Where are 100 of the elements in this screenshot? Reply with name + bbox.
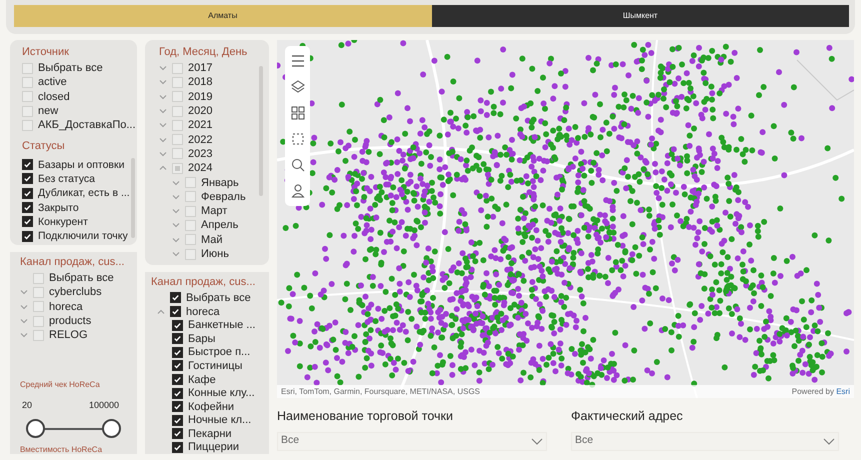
option-label[interactable]: 2023	[188, 148, 212, 160]
chevron-down-icon[interactable]	[20, 302, 28, 311]
checkbox[interactable]	[172, 428, 183, 440]
esri-link[interactable]: Esri	[836, 386, 850, 396]
checkbox[interactable]	[172, 401, 183, 412]
checkbox[interactable]	[172, 333, 183, 344]
chevron-down-icon[interactable]	[159, 64, 167, 72]
checkbox[interactable]	[170, 306, 181, 318]
filter-title: Статусы	[22, 140, 66, 154]
option-label[interactable]: new	[38, 105, 58, 118]
chevron-down-icon[interactable]	[159, 136, 167, 144]
option-label[interactable]: Базары и оптовки	[38, 158, 124, 171]
option-label[interactable]: Выбрать все	[186, 292, 251, 304]
option-label[interactable]: 2022	[188, 134, 212, 146]
option-label[interactable]: 2017	[188, 62, 212, 74]
checkbox[interactable]	[22, 159, 33, 170]
option-label[interactable]: cyberclubs	[49, 286, 102, 298]
chevron-up-icon[interactable]	[157, 308, 165, 316]
option-label[interactable]: 2019	[188, 90, 212, 103]
chevron-down-icon[interactable]	[159, 92, 167, 101]
option-label[interactable]: 2021	[188, 119, 212, 132]
option-label[interactable]: Бары	[188, 332, 216, 345]
option-label[interactable]: Закрыто	[38, 202, 79, 214]
option-label[interactable]: Конные клу...	[188, 387, 255, 400]
chevron-down-icon[interactable]	[172, 221, 180, 230]
slider-min-value: 20	[22, 399, 32, 412]
option-label[interactable]: Дубликат, есть в ...	[38, 187, 130, 200]
option-label[interactable]: Подключили точку	[38, 230, 128, 242]
checkbox[interactable]	[172, 388, 183, 399]
chevron-down-icon[interactable]	[172, 236, 180, 244]
checkbox[interactable]	[172, 360, 183, 372]
option-label[interactable]: Конкурент	[38, 216, 88, 228]
city-tab[interactable]: Шымкент	[432, 5, 849, 27]
filter-title: Канал продаж, cus...	[151, 276, 256, 290]
checkbox[interactable]	[172, 320, 183, 331]
chevron-down-icon[interactable]	[159, 107, 167, 116]
chevron-down-icon[interactable]	[159, 121, 167, 130]
option-label[interactable]: 2018	[188, 76, 212, 88]
option-label[interactable]: Апрель	[201, 219, 238, 232]
option-label[interactable]: 2024	[188, 162, 212, 174]
option-label[interactable]: Гостиницы	[188, 360, 242, 372]
checkbox[interactable]	[172, 346, 183, 358]
option-label[interactable]: Банкетные ...	[188, 319, 256, 332]
option-label[interactable]: Ночные кл...	[188, 414, 252, 426]
option-label[interactable]: closed	[38, 90, 70, 103]
option-label[interactable]: Выбрать все	[38, 62, 103, 74]
option-label[interactable]: Кафе	[188, 374, 216, 386]
option-label[interactable]: Май	[201, 234, 223, 246]
option-label[interactable]: Пиццерии	[188, 441, 240, 454]
option-label[interactable]: products	[49, 315, 92, 328]
option-label[interactable]: active	[38, 76, 67, 88]
checkbox[interactable]	[172, 442, 183, 453]
checkbox[interactable]	[22, 202, 33, 214]
option-label[interactable]: horeca	[186, 306, 220, 318]
slider-title: Средний чек HoReCa	[20, 379, 101, 392]
option-label[interactable]: Выбрать все	[49, 272, 114, 284]
checkbox[interactable]	[170, 292, 181, 304]
grid-icon[interactable]	[288, 104, 306, 122]
chevron-down-icon[interactable]	[20, 317, 28, 326]
chevron-down-icon[interactable]	[172, 192, 180, 201]
dropdown-value: Все	[281, 433, 300, 448]
option-label[interactable]: 2020	[188, 105, 212, 118]
chevron-down-icon[interactable]	[20, 288, 28, 296]
option-label[interactable]: Быстрое п...	[188, 346, 250, 358]
slider-title: Вместимость HoReCa	[20, 444, 104, 454]
option-label[interactable]: Без статуса	[38, 172, 95, 185]
option-label[interactable]: horeca	[49, 300, 83, 313]
city-tab[interactable]: Алматы	[14, 5, 432, 27]
chevron-down-icon[interactable]	[159, 150, 167, 158]
chevron-down-icon[interactable]	[172, 250, 180, 258]
option-label[interactable]: АКБ_ДоставкаПо...	[38, 119, 136, 132]
dropdown-field[interactable]: Все	[277, 432, 547, 451]
option-label[interactable]: Пекарни	[188, 428, 232, 440]
checkbox[interactable]	[22, 216, 33, 228]
option-label[interactable]: Кофейни	[188, 400, 234, 413]
chevron-down-icon[interactable]	[531, 436, 543, 446]
dropdown-field[interactable]: Все	[571, 432, 839, 451]
chevron-down-icon[interactable]	[20, 331, 28, 340]
range-slider[interactable]	[26, 418, 121, 439]
checkbox[interactable]	[22, 173, 33, 184]
person-icon[interactable]	[288, 182, 306, 200]
filter-title: Источник	[22, 46, 70, 59]
option-label[interactable]: Февраль	[201, 190, 246, 203]
checkbox[interactable]	[172, 374, 183, 386]
option-label[interactable]: Январь	[201, 176, 239, 189]
slider-handle[interactable]	[102, 418, 121, 438]
checkbox[interactable]	[22, 230, 33, 242]
option-label[interactable]: Июнь	[201, 248, 229, 260]
checkbox[interactable]	[172, 414, 183, 426]
chevron-down-icon[interactable]	[172, 207, 180, 216]
chevron-down-icon[interactable]	[159, 78, 167, 86]
chevron-down-icon[interactable]	[172, 178, 180, 187]
filter-title: Год, Месяц, День	[159, 46, 248, 59]
slider-max-value: 100000	[88, 399, 119, 412]
option-label[interactable]: Март	[201, 205, 228, 218]
slider-handle[interactable]	[26, 418, 45, 438]
chevron-up-icon[interactable]	[159, 164, 167, 172]
option-label[interactable]: RELOG	[49, 329, 88, 342]
checkbox[interactable]	[22, 188, 33, 199]
chevron-down-icon[interactable]	[823, 436, 835, 446]
